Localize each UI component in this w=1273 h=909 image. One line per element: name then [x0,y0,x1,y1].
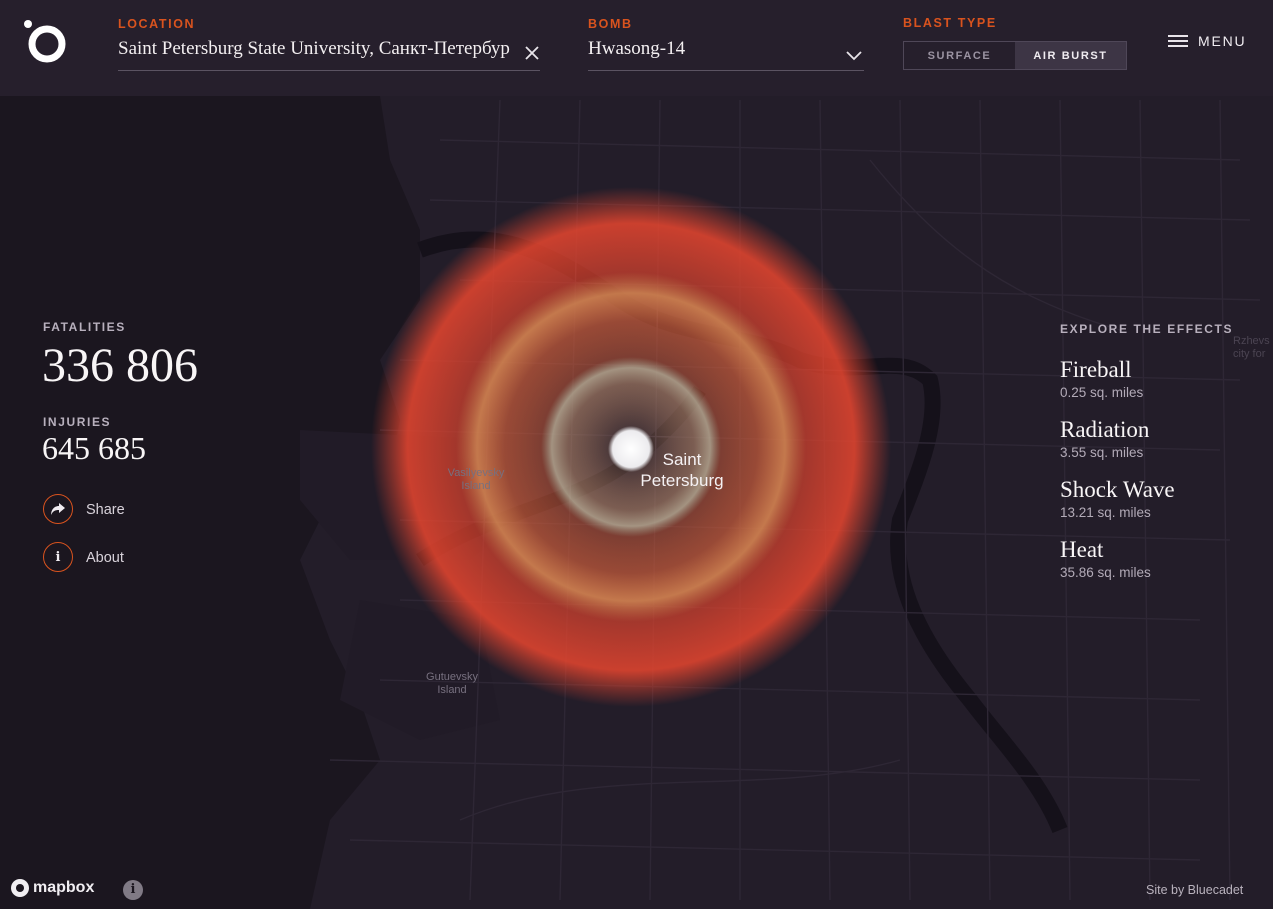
effect-name: Shock Wave [1060,477,1175,502]
blast-rings [371,187,891,707]
menu-label: MENU [1198,33,1247,49]
effect-name: Heat [1060,537,1104,562]
blast-type-label: BLAST TYPE [903,16,997,30]
effect-heat[interactable]: Heat 35.86 sq. miles [1060,537,1151,580]
logo-icon[interactable] [22,20,68,66]
effect-area: 3.55 sq. miles [1060,445,1144,460]
map-label-gutuevsky: Gutuevsky Island [426,671,478,696]
injuries-value: 645 685 [42,430,146,466]
site-credit-link[interactable]: Site by Bluecadet [1146,883,1243,897]
location-underline [118,70,540,71]
map-label-rzhev: Rzhevs city for [1233,335,1270,360]
fatalities-label: FATALITIES [43,320,126,334]
share-link[interactable]: Share [86,502,125,518]
bomb-select[interactable]: Hwasong-14 [588,38,828,60]
blast-type-toggle: SURFACE AIR BURST [903,41,1127,70]
effect-name: Fireball [1060,357,1132,382]
menu-button[interactable]: MENU [1168,32,1246,50]
effect-area: 13.21 sq. miles [1060,505,1151,520]
bomb-underline [588,70,864,71]
share-arrow-icon [51,503,65,515]
map-label-vasilyevsky: Vasilyevsky Island [447,467,505,492]
share-button[interactable] [43,494,73,524]
effect-shock-wave[interactable]: Shock Wave 13.21 sq. miles [1060,477,1175,520]
mapbox-logo[interactable]: mapbox [11,879,94,897]
effect-fireball[interactable]: Fireball 0.25 sq. miles [1060,357,1143,400]
effect-area: 35.86 sq. miles [1060,565,1151,580]
injuries-label: INJURIES [43,415,112,429]
chevron-down-icon[interactable] [845,48,863,62]
about-button[interactable]: i [43,542,73,572]
about-link[interactable]: About [86,550,124,566]
attribution-info-icon[interactable]: i [123,880,143,900]
effect-name: Radiation [1060,417,1150,442]
location-label: LOCATION [118,17,196,31]
hamburger-icon [1168,32,1188,50]
effects-heading: EXPLORE THE EFFECTS [1060,322,1234,336]
bomb-label: BOMB [588,17,633,31]
map-label-city: Saint Petersburg [640,450,724,490]
close-icon[interactable] [521,42,543,64]
mapbox-icon [11,879,29,897]
blast-option-air-burst[interactable]: AIR BURST [1015,42,1126,69]
info-icon: i [55,549,61,565]
blast-option-surface[interactable]: SURFACE [904,42,1015,69]
effect-radiation[interactable]: Radiation 3.55 sq. miles [1060,417,1149,460]
effect-area: 0.25 sq. miles [1060,385,1144,400]
mapbox-label: mapbox [33,879,95,896]
top-bar: LOCATION Saint Petersburg State Universi… [0,0,1273,96]
fatalities-value: 336 806 [42,339,198,392]
location-input[interactable]: Saint Petersburg State University, Санкт… [118,38,510,60]
